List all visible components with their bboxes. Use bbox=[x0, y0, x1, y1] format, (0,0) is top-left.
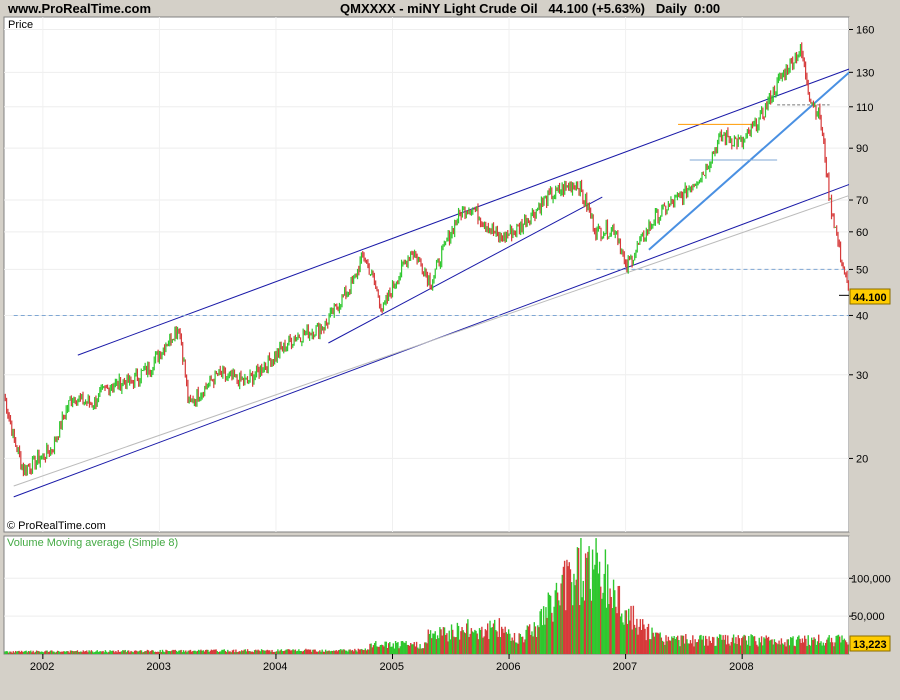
chart-area: Price © ProRealTime.com 20 30 40 50 60 70 90 11… bbox=[3, 16, 900, 673]
volume-label: Volume Moving average (Simple 8) bbox=[7, 537, 178, 549]
price-tick-label: 110 bbox=[856, 102, 874, 114]
price-tick-label: 30 bbox=[856, 370, 868, 382]
time-tick-label: 2005 bbox=[380, 661, 404, 673]
time-tick-label: 2004 bbox=[263, 661, 287, 673]
price-tick-label: 40 bbox=[856, 310, 868, 322]
last-price-badge: 44.100 bbox=[853, 292, 887, 304]
price-tick-label: 60 bbox=[856, 227, 868, 239]
price-label: Price bbox=[8, 19, 33, 31]
time-tick-label: 2002 bbox=[30, 661, 54, 673]
volume-tick-label: 100,000 bbox=[851, 573, 891, 585]
time-tick-label: 2003 bbox=[146, 661, 170, 673]
time-tick-label: 2007 bbox=[613, 661, 637, 673]
price-tick-label: 50 bbox=[856, 264, 868, 276]
volume-panel[interactable] bbox=[3, 535, 850, 655]
price-tick-label: 90 bbox=[856, 143, 868, 155]
time-axis: 2002 2003 2004 2005 2006 2007 2008 bbox=[30, 654, 754, 673]
price-tick-label: 20 bbox=[856, 453, 868, 465]
last-volume-badge: 13,223 bbox=[853, 639, 887, 651]
price-tick-label: 160 bbox=[856, 25, 874, 37]
price-tick-label: 130 bbox=[856, 67, 874, 79]
copyright-label: © ProRealTime.com bbox=[7, 520, 106, 532]
volume-tick-label: 50,000 bbox=[851, 611, 885, 623]
time-tick-label: 2006 bbox=[496, 661, 520, 673]
price-tick-label: 70 bbox=[856, 195, 868, 207]
time-tick-label: 2008 bbox=[729, 661, 753, 673]
